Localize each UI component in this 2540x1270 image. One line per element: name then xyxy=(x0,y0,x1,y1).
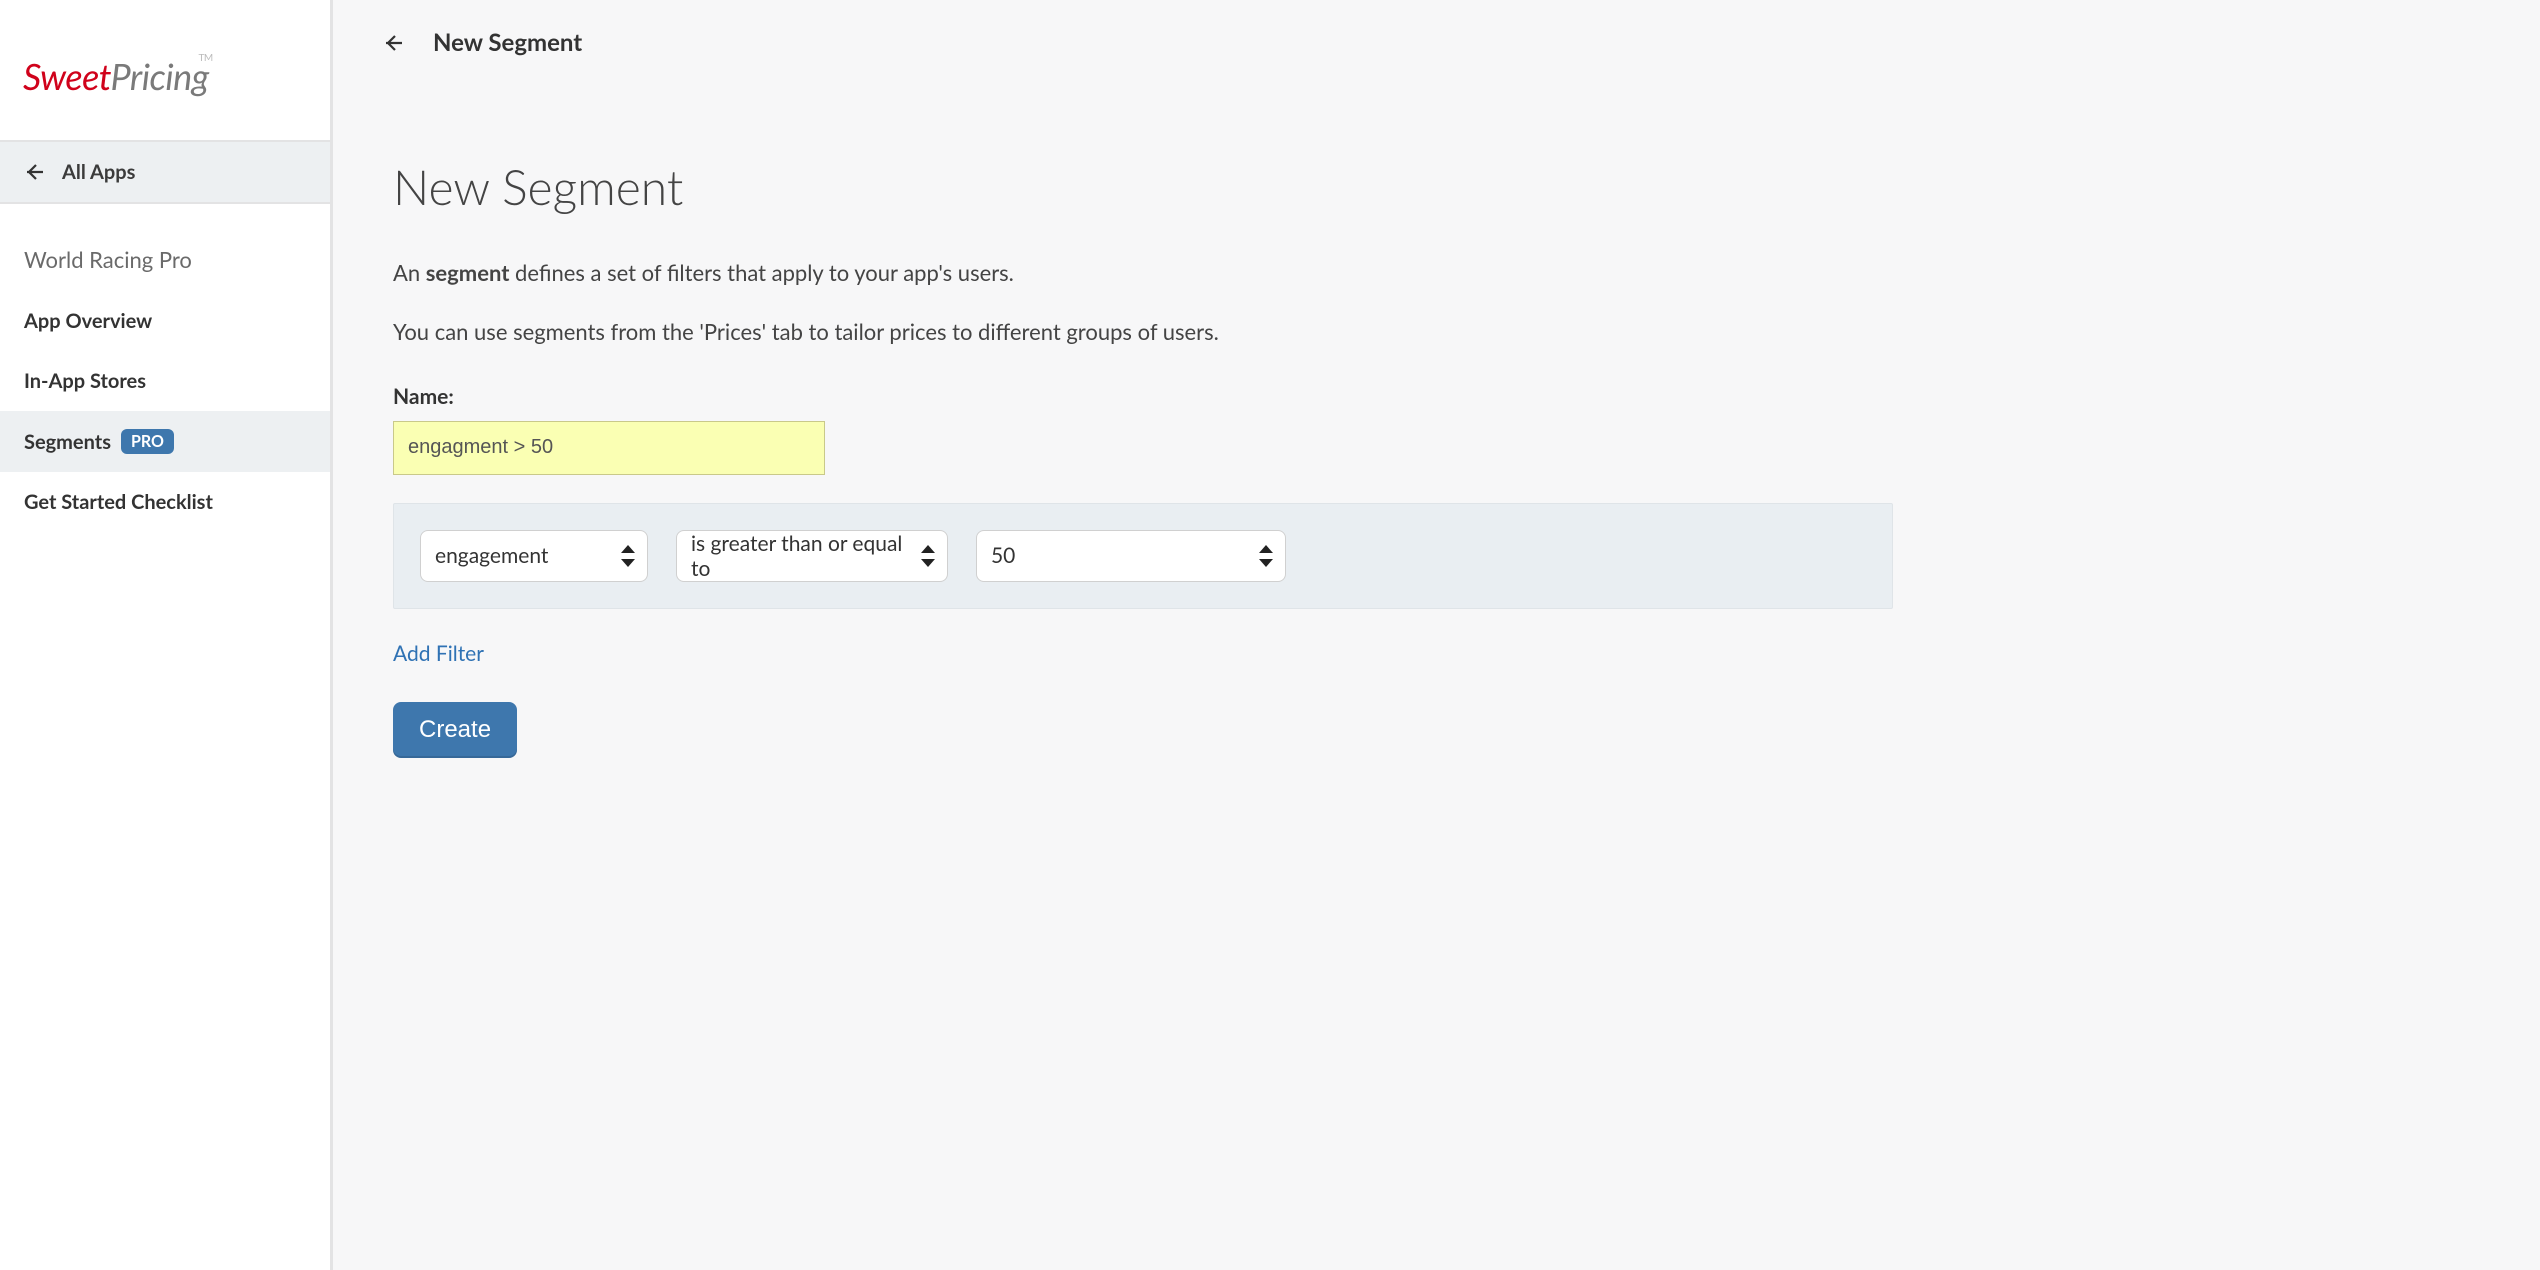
main-panel: New Segment New Segment An segment defin… xyxy=(333,0,2540,1270)
brand-logo: SweetPricing TM xyxy=(0,0,330,142)
page-title: New Segment xyxy=(393,159,1893,216)
filter-value-select[interactable]: 50 xyxy=(976,530,1286,582)
topbar-title: New Segment xyxy=(433,28,582,57)
content: New Segment An segment defines a set of … xyxy=(333,63,1953,798)
create-button[interactable]: Create xyxy=(393,702,517,758)
sort-icon xyxy=(1259,545,1273,567)
filter-operator-select[interactable]: is greater than or equal to xyxy=(676,530,948,582)
brand-word-sweet: Sweet xyxy=(23,54,110,98)
description-line-2: You can use segments from the 'Prices' t… xyxy=(393,317,1893,348)
sidebar-item-in-app-stores[interactable]: In-App Stores xyxy=(0,351,330,411)
arrow-left-icon xyxy=(22,160,46,184)
sidebar-item-label: Segments xyxy=(24,430,111,454)
all-apps-link[interactable]: All Apps xyxy=(0,142,330,204)
sidebar-item-label: In-App Stores xyxy=(24,369,146,393)
filter-operator-value: is greater than or equal to xyxy=(691,531,903,581)
brand-word-pricing: Pricing xyxy=(110,54,208,98)
description-line-1: An segment defines a set of filters that… xyxy=(393,258,1893,289)
sidebar-item-label: Get Started Checklist xyxy=(24,490,213,514)
add-filter-link[interactable]: Add Filter xyxy=(393,641,484,666)
desc1-bold: segment xyxy=(426,259,510,286)
sidebar-item-segments[interactable]: Segments PRO xyxy=(0,411,330,472)
pro-badge: PRO xyxy=(121,429,174,454)
filter-field-select[interactable]: engagement xyxy=(420,530,648,582)
desc1-post: defines a set of filters that apply to y… xyxy=(509,259,1013,286)
app-name: World Racing Pro xyxy=(0,204,330,281)
all-apps-label: All Apps xyxy=(62,160,135,184)
sort-icon xyxy=(921,545,935,567)
name-label: Name: xyxy=(393,384,1893,409)
back-button[interactable] xyxy=(381,31,405,55)
sidebar-item-get-started-checklist[interactable]: Get Started Checklist xyxy=(0,472,330,532)
sort-icon xyxy=(621,545,635,567)
sidebar-nav: App Overview In-App Stores Segments PRO … xyxy=(0,281,330,532)
sidebar-item-app-overview[interactable]: App Overview xyxy=(0,291,330,351)
filter-value-value: 50 xyxy=(991,543,1015,568)
filter-row: engagement is greater than or equal to 5… xyxy=(393,503,1893,609)
segment-name-input[interactable] xyxy=(393,421,825,475)
filter-field-value: engagement xyxy=(435,543,548,568)
desc1-pre: An xyxy=(393,259,426,286)
sidebar: SweetPricing TM All Apps World Racing Pr… xyxy=(0,0,333,1270)
sidebar-item-label: App Overview xyxy=(24,309,152,333)
topbar: New Segment xyxy=(333,0,2540,63)
trademark-label: TM xyxy=(198,52,212,64)
